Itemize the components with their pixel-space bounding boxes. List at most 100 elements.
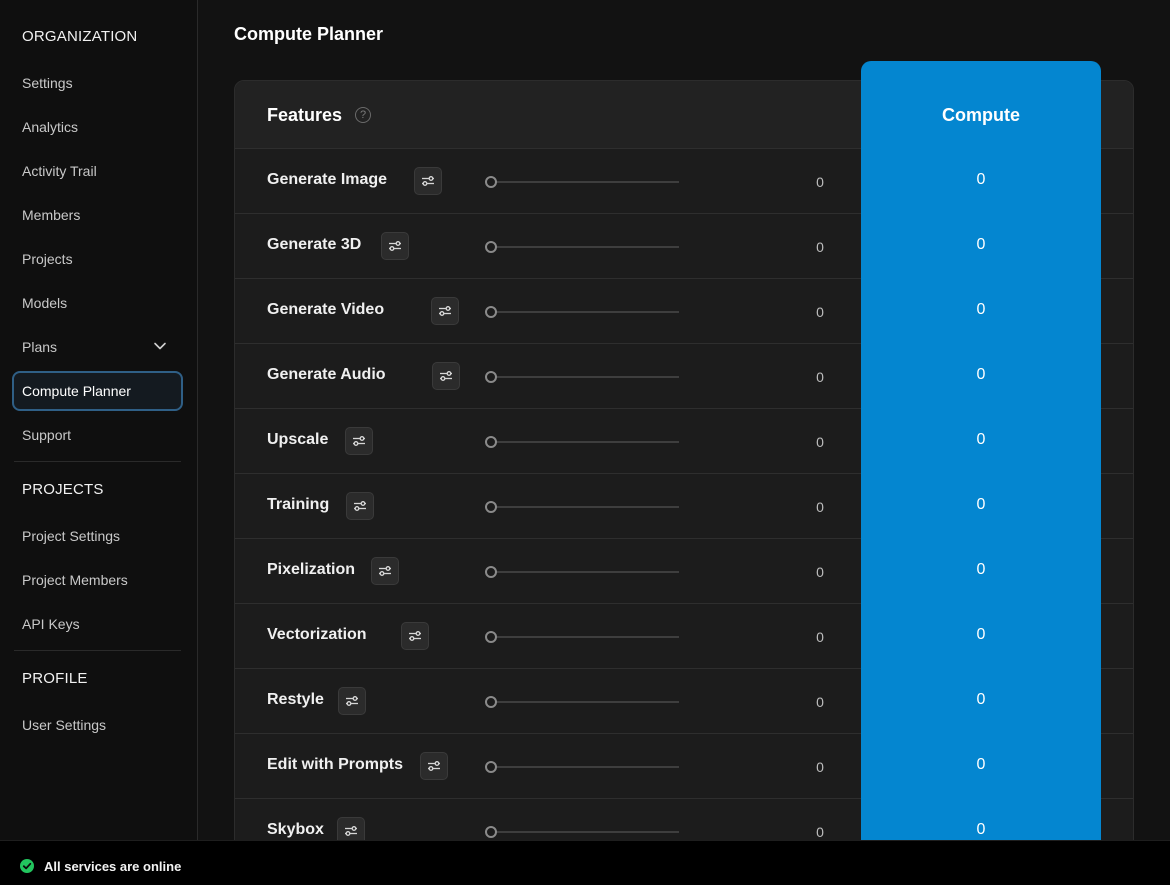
usage-slider[interactable] [485,565,680,579]
profile-heading: PROFILE [22,670,88,687]
slider-track [491,311,679,313]
sidebar-item-support[interactable]: Support [12,415,183,455]
feature-label: Edit with Prompts [267,756,403,773]
app-window: ORGANIZATION Settings Analytics Activity… [0,0,1170,885]
sliders-button[interactable] [345,427,373,455]
sidebar-item-label: Compute Planner [22,383,131,399]
sidebar-item-plans[interactable]: Plans [12,327,183,367]
sidebar-item-models[interactable]: Models [12,283,183,323]
slider-thumb[interactable] [485,371,497,383]
sidebar-item-label: Projects [22,251,73,267]
sliders-icon [389,241,401,251]
sliders-icon [422,176,434,186]
usage-slider[interactable] [485,175,680,189]
sidebar-divider [14,461,181,462]
sidebar-item-members[interactable]: Members [12,195,183,235]
slider-track [491,701,679,703]
compute-value: 0 [976,691,986,708]
sliders-button[interactable] [431,297,459,325]
usage-slider[interactable] [485,695,680,709]
sidebar-divider [14,650,181,651]
feature-label: Training [267,496,330,513]
slider-thumb[interactable] [485,566,497,578]
sliders-button[interactable] [346,492,374,520]
usage-value: 0 [816,174,824,190]
sidebar-item-compute-planner[interactable]: Compute Planner [12,371,183,411]
slider-thumb[interactable] [485,826,497,838]
sidebar-item-activity-trail[interactable]: Activity Trail [12,151,183,191]
sidebar-item-user-settings[interactable]: User Settings [12,705,183,745]
sliders-button[interactable] [371,557,399,585]
sidebar-item-analytics[interactable]: Analytics [12,107,183,147]
usage-value: 0 [816,824,824,840]
compute-value: 0 [976,756,986,773]
feature-label: Generate Video [267,301,385,318]
slider-thumb[interactable] [485,501,497,513]
usage-value: 0 [816,629,824,645]
slider-thumb[interactable] [485,241,497,253]
status-bar: All services are online [0,840,1170,885]
sliders-button[interactable] [401,622,429,650]
sidebar-item-api-keys[interactable]: API Keys [12,604,183,644]
slider-thumb[interactable] [485,631,497,643]
slider-thumb[interactable] [485,761,497,773]
sidebar-item-label: Project Members [22,572,128,588]
compute-value: 0 [976,431,986,448]
usage-value: 0 [816,694,824,710]
compute-value: 0 [976,236,986,253]
compute-column: Compute 0 0 0 0 0 0 0 0 0 0 0 [861,61,1101,840]
slider-thumb[interactable] [485,696,497,708]
usage-slider[interactable] [485,370,680,384]
usage-slider[interactable] [485,305,680,319]
sliders-button[interactable] [432,362,460,390]
sliders-icon [345,826,357,836]
sidebar-item-projects[interactable]: Projects [12,239,183,279]
sliders-button[interactable] [337,817,365,840]
sliders-icon [409,631,421,641]
sidebar-item-label: Project Settings [22,528,121,544]
sliders-button[interactable] [338,687,366,715]
usage-value: 0 [816,759,824,775]
features-heading: Features [267,105,343,125]
slider-track [491,831,679,833]
sidebar-item-label: API Keys [22,616,80,632]
sidebar-item-label: Analytics [22,119,79,135]
sidebar-item-label: Activity Trail [22,163,97,179]
sidebar-item-settings[interactable]: Settings [12,63,183,103]
sidebar-item-label: User Settings [22,717,107,733]
usage-slider[interactable] [485,630,680,644]
sidebar-item-project-members[interactable]: Project Members [12,560,183,600]
sidebar-item-project-settings[interactable]: Project Settings [12,516,183,556]
sliders-icon [439,306,451,316]
usage-slider[interactable] [485,825,680,839]
sidebar-item-label: Support [22,427,72,443]
compute-value: 0 [976,821,986,838]
usage-slider[interactable] [485,760,680,774]
feature-label: Pixelization [267,561,356,578]
slider-track [491,441,679,443]
sliders-icon [346,696,358,706]
slider-thumb[interactable] [485,176,497,188]
usage-slider[interactable] [485,500,680,514]
feature-label: Upscale [267,431,329,448]
chevron-down-icon[interactable] [153,339,167,353]
usage-slider[interactable] [485,435,680,449]
slider-track [491,766,679,768]
usage-value: 0 [816,564,824,580]
sliders-button[interactable] [381,232,409,260]
feature-label: Restyle [267,691,324,708]
usage-value: 0 [816,304,824,320]
sliders-button[interactable] [414,167,442,195]
sidebar-item-label: Models [22,295,68,311]
slider-track [491,506,679,508]
slider-thumb[interactable] [485,306,497,318]
sliders-button[interactable] [420,752,448,780]
main-content: Compute Planner Features ? Generate Imag… [199,0,1170,840]
question-circle-icon[interactable]: ? [355,107,371,123]
compute-value: 0 [976,496,986,513]
slider-track [491,246,679,248]
usage-slider[interactable] [485,240,680,254]
feature-label: Skybox [267,821,324,838]
status-text: All services are online [44,859,182,874]
slider-thumb[interactable] [485,436,497,448]
